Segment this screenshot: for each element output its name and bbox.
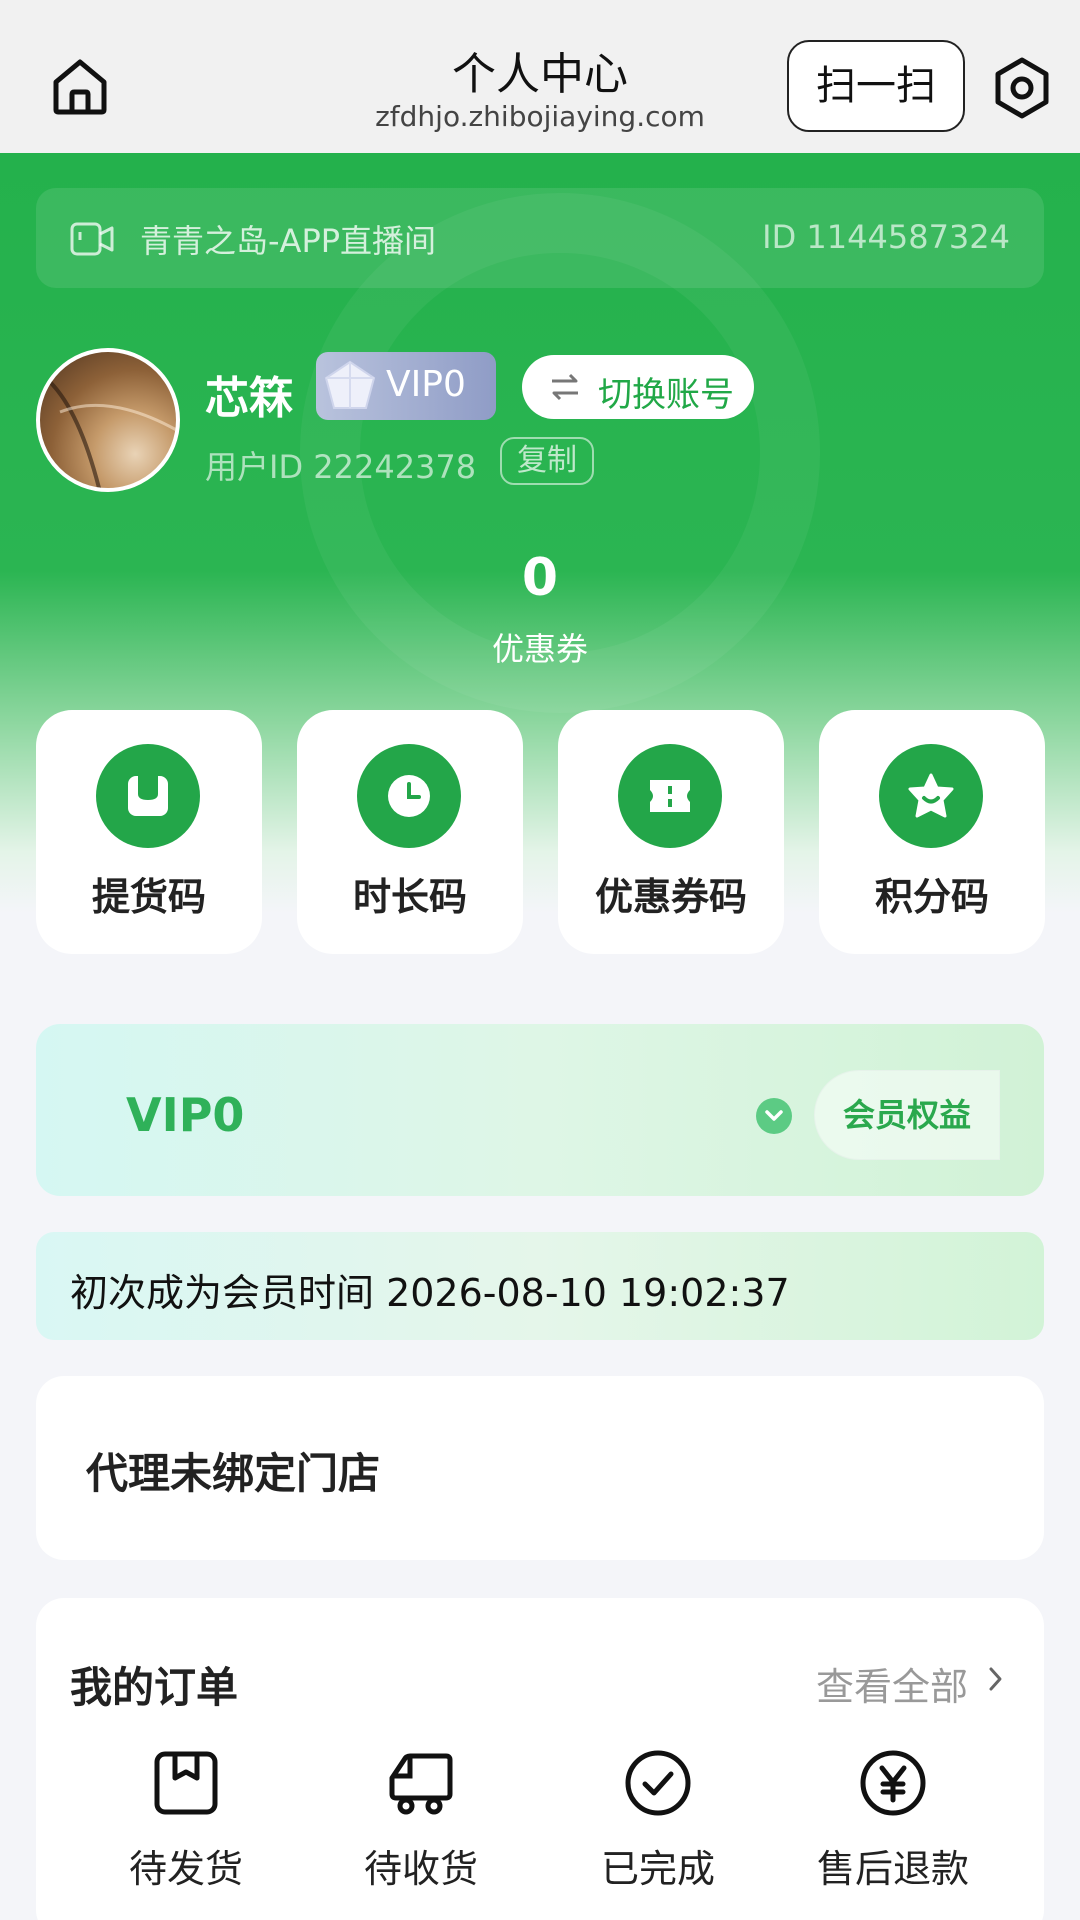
avatar[interactable] bbox=[36, 348, 180, 492]
scan-button[interactable]: 扫一扫 bbox=[787, 40, 965, 132]
points-code-label: 积分码 bbox=[874, 875, 989, 919]
order-after-sales[interactable]: 售后退款 bbox=[793, 1748, 993, 1893]
coupon-label[interactable]: 优惠券 bbox=[0, 624, 1080, 670]
vip-level: VIP0 bbox=[126, 1088, 245, 1142]
orders-title: 我的订单 bbox=[70, 1663, 239, 1712]
vip-badge-label: VIP0 bbox=[386, 364, 466, 405]
order-pending-shipment-label: 待发货 bbox=[128, 1847, 243, 1891]
agent-store-card[interactable]: 代理未绑定门店 bbox=[36, 1376, 1044, 1560]
duration-code-label: 时长码 bbox=[352, 875, 467, 919]
package-icon bbox=[154, 1751, 218, 1815]
clock-icon bbox=[388, 775, 430, 817]
user-id: 用户ID 22242378 bbox=[205, 448, 477, 486]
order-completed[interactable]: 已完成 bbox=[558, 1748, 758, 1893]
order-completed-label: 已完成 bbox=[600, 1847, 715, 1891]
video-camera-icon bbox=[70, 222, 114, 256]
copy-id-button[interactable]: 复制 bbox=[500, 437, 594, 485]
member-since-bar: 初次成为会员时间 2026-08-10 19:02:37 bbox=[36, 1232, 1044, 1340]
vip-badge: VIP0 bbox=[316, 352, 496, 420]
truck-icon bbox=[389, 1753, 453, 1815]
pickup-code-label: 提货码 bbox=[91, 875, 206, 919]
chevron-right-icon[interactable] bbox=[988, 1666, 1004, 1692]
yuan-icon bbox=[860, 1750, 926, 1816]
chevron-down-icon[interactable] bbox=[756, 1098, 792, 1134]
order-pending-shipment[interactable]: 待发货 bbox=[86, 1748, 286, 1893]
check-circle-icon bbox=[625, 1750, 691, 1816]
coupon-code-card[interactable]: 优惠券码 bbox=[558, 710, 784, 954]
diamond-icon bbox=[324, 360, 376, 409]
order-after-sales-label: 售后退款 bbox=[816, 1847, 969, 1891]
ticket-icon bbox=[650, 780, 690, 812]
live-room-bar[interactable]: 青青之岛-APP直播间 ID 1144587324 bbox=[36, 188, 1044, 288]
view-all-orders-link[interactable]: 查看全部 bbox=[816, 1656, 968, 1711]
points-code-card[interactable]: 积分码 bbox=[819, 710, 1045, 954]
member-since-text: 初次成为会员时间 2026-08-10 19:02:37 bbox=[70, 1271, 790, 1315]
agent-store-status: 代理未绑定门店 bbox=[86, 1449, 381, 1498]
swap-icon bbox=[552, 373, 578, 401]
my-orders-card: 我的订单 查看全部 待发货 待收货 已完成 售后退款 bbox=[36, 1598, 1044, 1920]
star-icon bbox=[908, 773, 954, 818]
vip-banner[interactable]: VIP0 会员权益 bbox=[36, 1024, 1044, 1196]
order-pending-receipt[interactable]: 待收货 bbox=[321, 1748, 521, 1893]
member-benefits-button[interactable]: 会员权益 bbox=[814, 1070, 1000, 1160]
pickup-code-card[interactable]: 提货码 bbox=[36, 710, 262, 954]
user-nickname: 芯箖 bbox=[205, 373, 293, 424]
gear-icon[interactable] bbox=[990, 56, 1054, 120]
switch-account-label: 切换账号 bbox=[598, 375, 734, 415]
coupon-code-label: 优惠券码 bbox=[594, 875, 747, 919]
live-room-name: 青青之岛-APP直播间 bbox=[140, 222, 437, 260]
live-room-id: ID 1144587324 bbox=[762, 218, 1010, 256]
duration-code-card[interactable]: 时长码 bbox=[297, 710, 523, 954]
coupon-count[interactable]: 0 bbox=[0, 548, 1080, 608]
switch-account-button[interactable]: 切换账号 bbox=[522, 355, 754, 419]
order-pending-receipt-label: 待收货 bbox=[363, 1847, 478, 1891]
top-bar: 个人中心 zfdhjo.zhibojiaying.com 扫一扫 bbox=[0, 0, 1080, 153]
bag-icon bbox=[128, 776, 168, 816]
